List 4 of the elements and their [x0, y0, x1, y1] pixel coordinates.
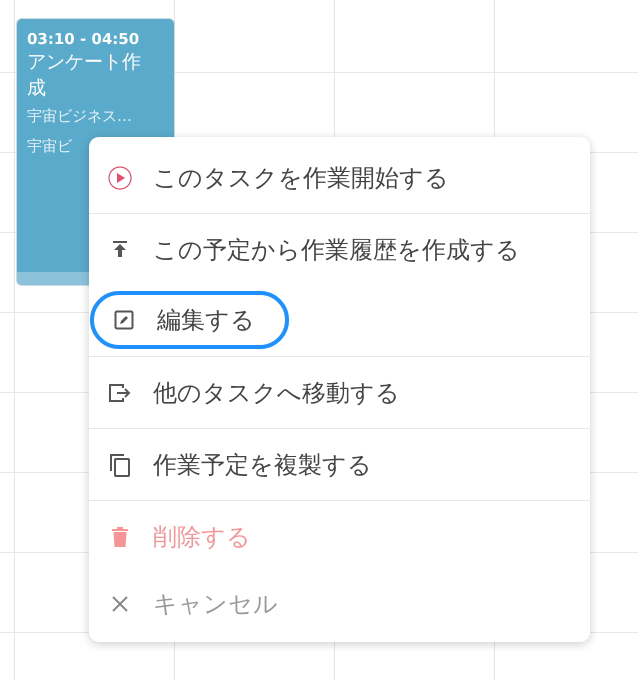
- event-time: 03:10 - 04:50: [27, 29, 140, 49]
- event-title: アンケート作成: [27, 50, 142, 101]
- event-detail: 宇宙ビ: [27, 136, 72, 157]
- event-detail: 宇宙ビジネス…: [27, 106, 132, 127]
